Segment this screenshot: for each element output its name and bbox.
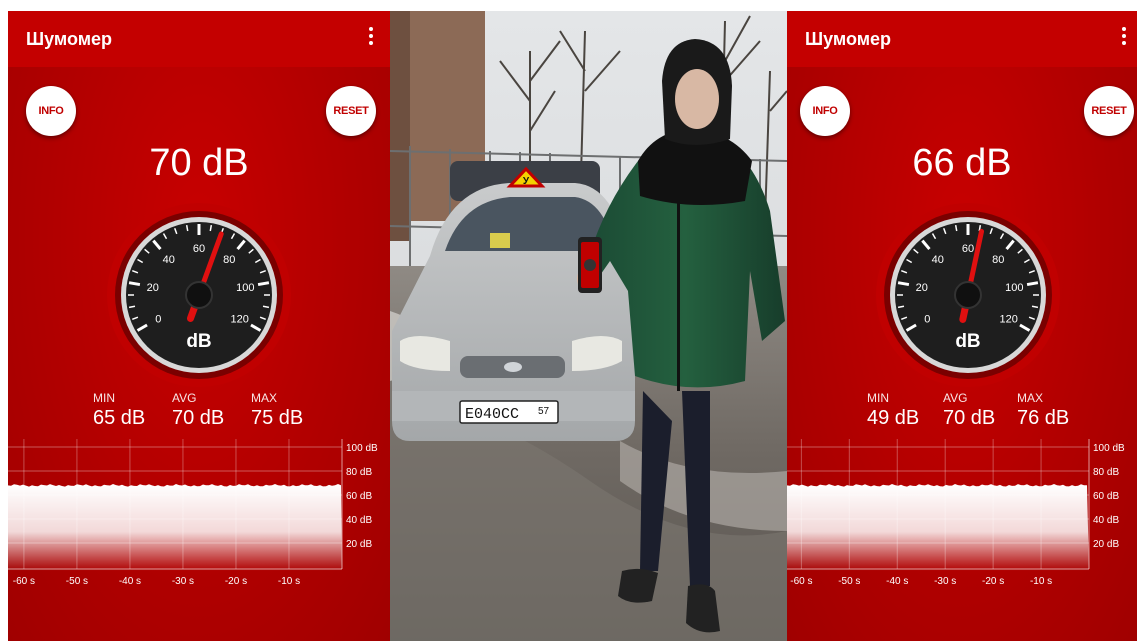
max-value: 75 dB bbox=[251, 407, 304, 429]
max-stat: MAX 75 dB bbox=[251, 391, 303, 430]
current-reading: 70 dB bbox=[149, 142, 249, 184]
min-stat: MIN 49 dB bbox=[867, 391, 919, 430]
x-axis-label: -50 s bbox=[66, 576, 88, 587]
y-axis-label: 40 dB bbox=[1093, 515, 1119, 526]
sound-level-gauge: 0 20 40 60 80 100 120 dB bbox=[876, 203, 1060, 387]
gauge-hub bbox=[954, 281, 982, 309]
gauge-tick bbox=[128, 281, 141, 287]
history-graph: 100 dB 80 dB 60 dB 40 dB 20 dB -60 s -50 s -40 … bbox=[8, 439, 378, 587]
avg-stat: AVG 70 dB bbox=[943, 391, 995, 430]
avg-label: AVG bbox=[943, 391, 968, 405]
min-label: MIN bbox=[867, 391, 889, 405]
gauge-tick-label: 60 bbox=[193, 243, 205, 255]
gauge-tick-label: 40 bbox=[932, 254, 944, 266]
gauge-tick-label: 100 bbox=[236, 282, 254, 294]
x-axis-label: -20 s bbox=[225, 576, 247, 587]
y-axis-label: 60 dB bbox=[1093, 491, 1119, 502]
meter-content: INFO RESET 66 dB 0 20 40 60 80 100 120 dB MIN … bbox=[787, 67, 1137, 641]
gauge-hub bbox=[185, 281, 213, 309]
y-axis-label: 20 dB bbox=[346, 539, 372, 550]
y-axis-label: 80 dB bbox=[1093, 467, 1119, 478]
overflow-menu-icon[interactable] bbox=[1119, 27, 1129, 49]
sound-level-gauge: 0 20 40 60 80 100 120 dB bbox=[107, 203, 291, 387]
reset-button[interactable]: RESET bbox=[1084, 86, 1134, 136]
current-reading: 66 dB bbox=[912, 142, 1012, 184]
y-axis-label: 100 dB bbox=[346, 443, 378, 454]
history-graph: 100 dB 80 dB 60 dB 40 dB 20 dB -60 s -50 s -40 … bbox=[787, 439, 1125, 587]
gauge-tick bbox=[128, 305, 136, 309]
gauge-tick-label: 20 bbox=[147, 282, 159, 294]
app-title: Шумомер bbox=[26, 29, 113, 49]
min-value: 65 dB bbox=[93, 407, 146, 429]
avg-stat: AVG 70 dB bbox=[172, 391, 224, 430]
gauge-tick-label: 100 bbox=[1005, 282, 1023, 294]
plate-region: 57 bbox=[538, 406, 550, 417]
gauge-tick-label: 20 bbox=[916, 282, 928, 294]
gauge-tick bbox=[185, 224, 189, 232]
info-button[interactable]: INFO bbox=[26, 86, 76, 136]
right-shoe bbox=[686, 584, 720, 633]
reset-button[interactable]: RESET bbox=[326, 86, 376, 136]
min-stat: MIN 65 dB bbox=[93, 391, 145, 430]
gauge-unit-label: dB bbox=[186, 331, 211, 352]
gauge-unit-label: dB bbox=[955, 331, 980, 352]
x-axis-label: -60 s bbox=[790, 576, 812, 587]
max-stat: MAX 76 dB bbox=[1017, 391, 1069, 430]
gauge-tick bbox=[897, 281, 910, 287]
gauge-tick bbox=[897, 305, 905, 309]
left-shoe bbox=[618, 568, 658, 603]
gauge-tick-label: 80 bbox=[223, 254, 235, 266]
avg-value: 70 dB bbox=[943, 407, 996, 429]
gauge-tick-label: 60 bbox=[962, 243, 974, 255]
y-axis-label: 100 dB bbox=[1093, 443, 1125, 454]
face bbox=[675, 69, 719, 129]
info-button[interactable]: INFO bbox=[800, 86, 850, 136]
gauge-tick-label: 80 bbox=[992, 254, 1004, 266]
app-bar: Шумомер bbox=[8, 11, 390, 67]
gauge-tick bbox=[262, 305, 270, 309]
gauge-tick bbox=[1026, 281, 1039, 287]
x-axis-label: -50 s bbox=[838, 576, 860, 587]
gauge-tick bbox=[954, 224, 958, 232]
gauge-tick bbox=[1031, 305, 1039, 309]
y-axis-label: 80 dB bbox=[346, 467, 372, 478]
app-title: Шумомер bbox=[805, 29, 892, 49]
overflow-menu-icon[interactable] bbox=[366, 27, 376, 49]
avg-label: AVG bbox=[172, 391, 197, 405]
street-photo: Е040СС 57 У bbox=[390, 11, 787, 641]
gauge-tick-label: 120 bbox=[231, 314, 249, 326]
x-axis-label: -40 s bbox=[886, 576, 908, 587]
app-bar: Шумомер bbox=[787, 11, 1137, 67]
y-axis-label: 60 dB bbox=[346, 491, 372, 502]
sound-level-area bbox=[787, 484, 1089, 571]
meter-content: INFO RESET 70 dB 0 20 40 60 80 100 120 dB MIN … bbox=[8, 67, 390, 641]
x-axis-label: -20 s bbox=[982, 576, 1004, 587]
gauge-tick-label: 0 bbox=[924, 314, 930, 326]
x-axis-label: -30 s bbox=[172, 576, 194, 587]
right-phone-screen: Шумомер INFO RESET 66 dB 0 20 40 60 80 100 120… bbox=[787, 11, 1137, 641]
sound-level-area bbox=[8, 484, 342, 571]
x-axis-label: -30 s bbox=[934, 576, 956, 587]
sign-letter: У bbox=[523, 176, 530, 187]
min-label: MIN bbox=[93, 391, 115, 405]
x-axis-label: -10 s bbox=[1030, 576, 1052, 587]
x-axis-label: -10 s bbox=[278, 576, 300, 587]
gauge-tick bbox=[257, 281, 270, 287]
avg-value: 70 dB bbox=[172, 407, 225, 429]
gauge-tick-label: 0 bbox=[155, 314, 161, 326]
y-axis-label: 20 dB bbox=[1093, 539, 1119, 550]
x-axis-label: -40 s bbox=[119, 576, 141, 587]
max-label: MAX bbox=[251, 391, 278, 405]
gauge-tick bbox=[209, 224, 213, 232]
gauge-tick-label: 120 bbox=[1000, 314, 1018, 326]
gauge-tick-label: 40 bbox=[163, 254, 175, 266]
y-axis-label: 40 dB bbox=[346, 515, 372, 526]
max-value: 76 dB bbox=[1017, 407, 1070, 429]
min-value: 49 dB bbox=[867, 407, 920, 429]
x-axis-label: -60 s bbox=[13, 576, 35, 587]
max-label: MAX bbox=[1017, 391, 1044, 405]
left-phone-screen: Шумомер INFO RESET 70 dB 0 20 40 60 80 100 120… bbox=[8, 11, 390, 641]
plate-number: Е040СС bbox=[465, 406, 519, 423]
